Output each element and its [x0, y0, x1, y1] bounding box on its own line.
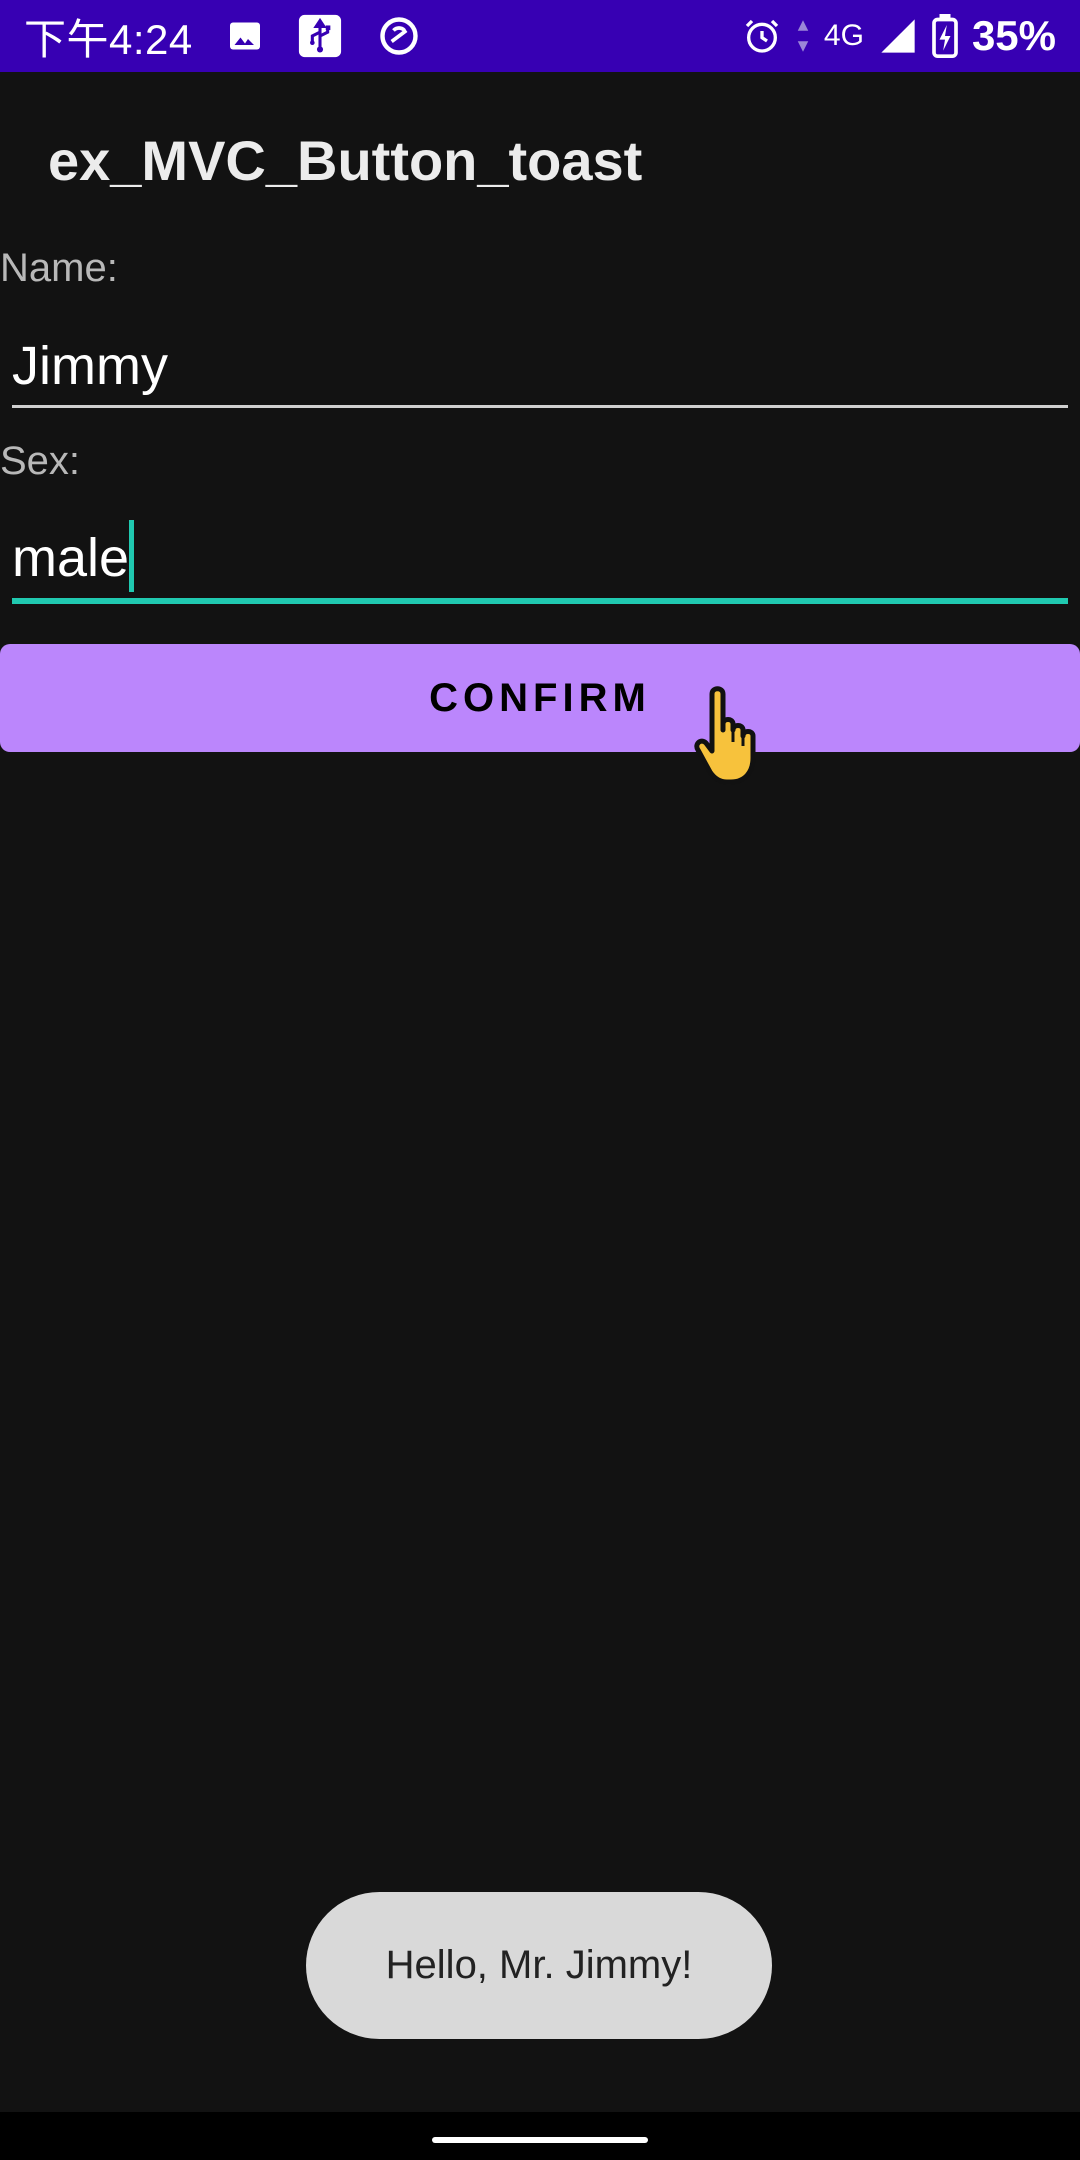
battery-charging-icon — [932, 14, 958, 58]
name-input-underline — [12, 405, 1068, 408]
home-gesture-handle[interactable] — [432, 2137, 648, 2143]
text-cursor — [129, 520, 134, 592]
alarm-icon — [742, 16, 782, 56]
sex-input[interactable] — [12, 518, 1068, 598]
toast-message: Hello, Mr. Jimmy! — [306, 1892, 772, 2039]
status-time: 下午4:24 — [24, 15, 193, 63]
app-bar: ex_MVC_Button_toast — [0, 72, 1080, 248]
status-right: 4G 35% — [742, 12, 1056, 60]
sex-input-underline — [12, 598, 1068, 604]
status-bar: 下午4:24 4G 35% — [0, 0, 1080, 72]
vpn-icon — [377, 14, 421, 58]
name-input[interactable] — [12, 326, 1068, 406]
usb-icon — [297, 13, 343, 59]
signal-icon — [878, 16, 918, 56]
confirm-button[interactable]: CONFIRM — [0, 644, 1080, 752]
app-title: ex_MVC_Button_toast — [48, 128, 643, 192]
data-activity-icon — [796, 18, 810, 54]
network-type: 4G — [823, 19, 864, 52]
status-left: 下午4:24 — [24, 6, 421, 67]
name-label: Name: — [0, 246, 118, 290]
image-icon — [227, 18, 263, 54]
sex-label: Sex: — [0, 439, 81, 483]
navigation-bar — [0, 2112, 1080, 2160]
pointing-hand-icon — [690, 680, 780, 792]
battery-percentage: 35% — [971, 12, 1056, 59]
